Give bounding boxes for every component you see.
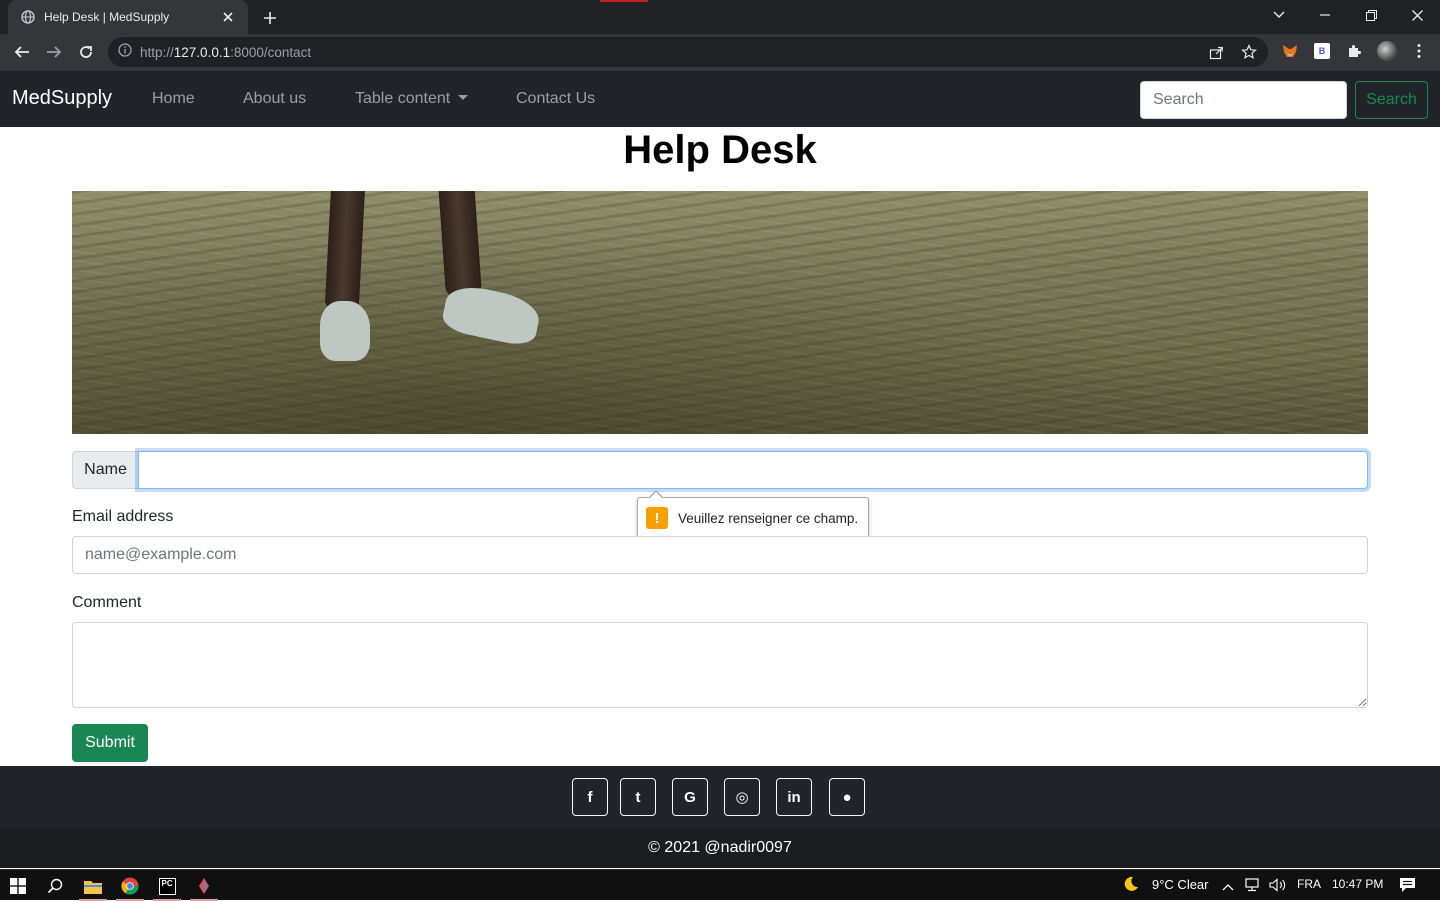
hero-leg-right (438, 191, 482, 298)
hero-shoe-left (320, 301, 370, 361)
instagram-icon[interactable]: ◎ (724, 778, 760, 816)
validation-message: Veuillez renseigner ce champ. (678, 510, 859, 526)
tray-chevron-up-icon[interactable] (1222, 879, 1234, 894)
recording-indicator (600, 0, 648, 2)
back-icon[interactable] (8, 38, 36, 66)
app-icon[interactable] (186, 873, 222, 901)
volume-icon[interactable] (1269, 878, 1287, 895)
submit-button[interactable]: Submit (72, 724, 148, 762)
clock[interactable]: 10:47 PM (1332, 877, 1383, 891)
metamask-fox-icon[interactable] (1279, 40, 1301, 62)
page-title: Help Desk (623, 128, 817, 172)
nav-contact-us[interactable]: Contact Us (516, 90, 595, 108)
navbar-search-button[interactable]: Search (1355, 81, 1428, 119)
info-icon[interactable] (118, 42, 132, 62)
navbar-search-input[interactable] (1140, 81, 1347, 119)
bookmark-star-icon[interactable] (1238, 41, 1260, 63)
warning-icon: ! (646, 507, 668, 529)
forward-icon[interactable] (40, 38, 68, 66)
nav-table-content-dropdown[interactable]: Table content (355, 90, 469, 108)
browser-tabstrip: Help Desk | MedSupply (0, 0, 1440, 34)
extensions-puzzle-icon[interactable] (1343, 40, 1365, 62)
url-text: http://127.0.0.1:8000/contact (140, 44, 312, 60)
nav-home[interactable]: Home (152, 90, 195, 108)
notifications-icon[interactable] (1399, 877, 1416, 896)
taskbar-search-icon[interactable] (37, 873, 73, 899)
validation-tooltip: ! Veuillez renseigner ce champ. (637, 490, 869, 539)
name-label: Name (72, 451, 138, 489)
browser-tab[interactable]: Help Desk | MedSupply (8, 0, 248, 34)
hero-leg-left (324, 191, 366, 312)
comment-textarea[interactable] (72, 622, 1368, 708)
name-input-group: Name (72, 451, 1368, 489)
site-navbar: MedSupply Home About us Table content Co… (0, 71, 1440, 127)
file-explorer-icon[interactable] (75, 873, 111, 901)
browser-toolbar: http://127.0.0.1:8000/contact B (0, 34, 1440, 71)
reload-icon[interactable] (72, 38, 100, 66)
new-tab-icon[interactable] (258, 6, 282, 30)
name-input[interactable] (138, 451, 1368, 489)
email-label: Email address (72, 508, 174, 525)
profile-avatar-icon[interactable] (1376, 40, 1398, 62)
weather-moon-icon[interactable] (1122, 875, 1140, 896)
twitter-icon[interactable]: t (620, 778, 656, 816)
linkedin-icon[interactable]: in (776, 778, 812, 816)
close-tab-icon[interactable] (220, 9, 236, 25)
brand-logo[interactable]: MedSupply (12, 87, 112, 110)
hero-shoe-right (440, 281, 543, 349)
restore-icon[interactable] (1348, 0, 1394, 30)
language-indicator[interactable]: FRA (1297, 877, 1321, 891)
extension-b-icon[interactable]: B (1311, 40, 1333, 62)
os-taskbar: PC 9°C Clear FRA 10:47 PM (0, 869, 1440, 901)
minimize-icon[interactable] (1302, 0, 1348, 30)
share-icon[interactable] (1205, 41, 1227, 63)
address-bar[interactable]: http://127.0.0.1:8000/contact (108, 37, 1268, 67)
google-icon[interactable]: G (672, 778, 708, 816)
weather-text[interactable]: 9°C Clear (1152, 877, 1209, 892)
network-icon[interactable] (1245, 878, 1263, 895)
nav-table-content-label: Table content (355, 90, 451, 107)
pycharm-icon[interactable]: PC (149, 873, 185, 901)
github-icon[interactable]: ● (829, 778, 865, 816)
globe-icon (20, 9, 36, 25)
comment-label: Comment (72, 594, 142, 611)
nav-about-us[interactable]: About us (243, 90, 306, 108)
footer-social-bar: f t G ◎ in ● (0, 766, 1440, 828)
dropdown-caret-icon (458, 95, 469, 100)
footer-copyright: © 2021 @nadir0097 (0, 828, 1440, 868)
browser-menu-icon[interactable] (1408, 40, 1430, 62)
close-window-icon[interactable] (1394, 0, 1440, 30)
email-input[interactable] (72, 536, 1368, 574)
facebook-icon[interactable]: f (572, 778, 608, 816)
windows-start-icon[interactable] (0, 873, 36, 899)
tab-title: Help Desk | MedSupply (44, 10, 170, 24)
chrome-icon[interactable] (112, 873, 148, 901)
tab-search-chevron-icon[interactable] (1256, 0, 1302, 30)
hero-image (72, 191, 1368, 434)
